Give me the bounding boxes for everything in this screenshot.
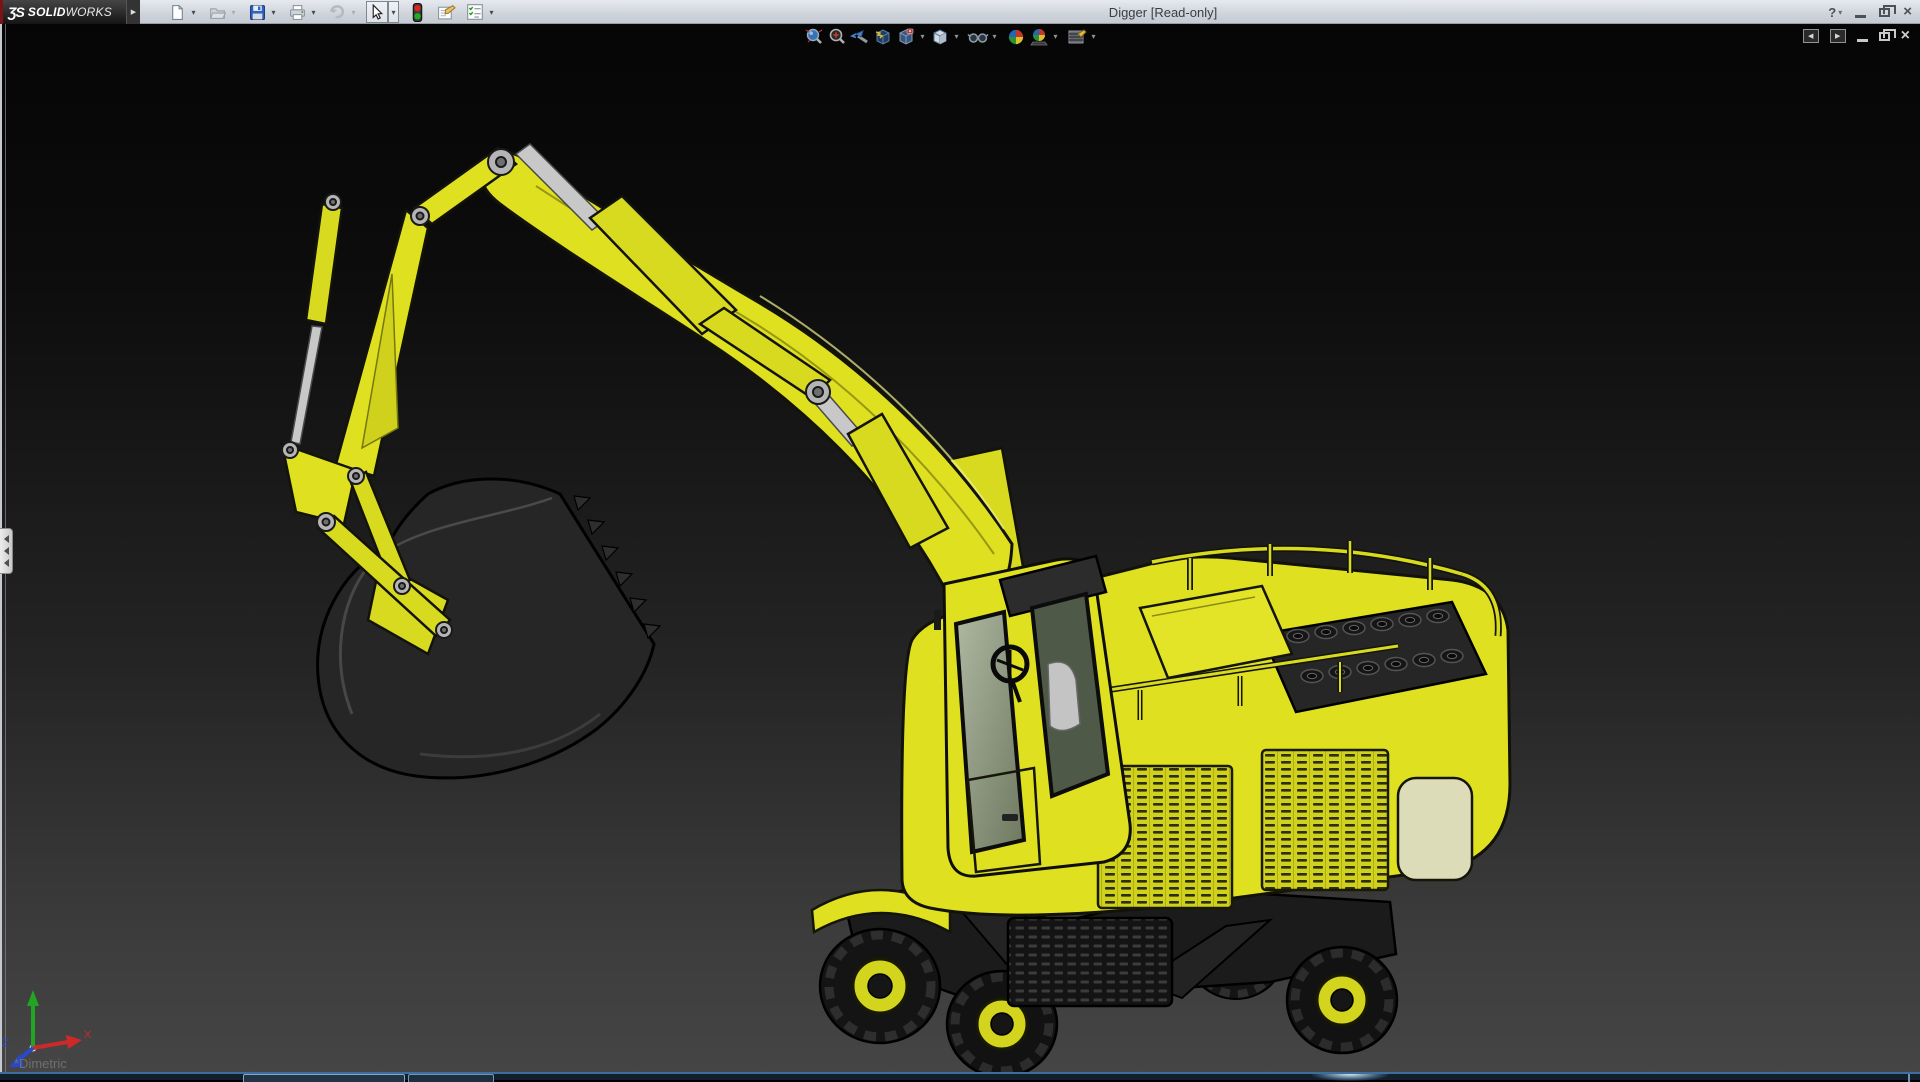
open-dropdown[interactable]: ▾: [228, 1, 239, 23]
document-title: Digger [Read-only]: [1108, 5, 1218, 20]
save-button[interactable]: [246, 1, 268, 23]
main-toolbar: ▾ ▾ ▾ ▾ ▾ ▾ ▾: [166, 0, 504, 24]
cab-mirror: [934, 610, 941, 630]
windows-taskbar-edge[interactable]: [0, 1072, 1920, 1082]
solidworks-logo-icon: ƷS: [8, 4, 25, 20]
menu-expand-button[interactable]: ▶: [126, 0, 140, 24]
file-properties-icon: [437, 5, 456, 20]
solidworks-logo[interactable]: ƷS SOLID WORKS: [0, 0, 126, 24]
triad-z-label: Z: [2, 1037, 9, 1049]
window-controls: ? ▾ ×: [1828, 0, 1912, 24]
print-button[interactable]: [286, 1, 308, 23]
help-button[interactable]: ? ▾: [1828, 5, 1842, 20]
brand-works: WORKS: [65, 5, 112, 19]
options-checklist-icon: [467, 4, 483, 20]
taskbar-divider: [1908, 1074, 1910, 1082]
bucket-cylinder[interactable]: [290, 202, 344, 445]
stick-group[interactable]: [290, 202, 430, 478]
brand-solid: SOLID: [27, 5, 66, 19]
vent-grille-right[interactable]: [1260, 748, 1390, 892]
new-button[interactable]: [166, 1, 188, 23]
view-orientation-label: *Dimetric: [14, 1056, 67, 1071]
save-floppy-icon: [249, 4, 265, 20]
front-radiator-grid[interactable]: [1006, 916, 1174, 1008]
triad-x-label: X: [84, 1029, 92, 1041]
new-document-icon: [171, 4, 183, 20]
print-icon: [289, 4, 305, 20]
print-dropdown[interactable]: ▾: [308, 1, 319, 23]
minimize-button[interactable]: [1855, 7, 1867, 18]
restore-icon: [1879, 4, 1897, 17]
wheel-front-left[interactable]: [818, 927, 942, 1045]
rear-panel[interactable]: [1396, 776, 1474, 882]
graphics-viewport[interactable]: ▾ ▾ ▾ ▾ ▾ ◀ ▶ × X Z *Dimetric: [0, 24, 1920, 1072]
taskbar-button-edge-2[interactable]: [408, 1074, 494, 1082]
traffic-light-icon: [412, 2, 422, 22]
undo-icon: [330, 5, 345, 19]
restore-button[interactable]: [1879, 4, 1897, 17]
door-handle: [1002, 814, 1018, 821]
menu-expand-icon: ▶: [130, 9, 137, 16]
file-properties-button[interactable]: [435, 1, 457, 23]
undo-dropdown[interactable]: ▾: [348, 1, 359, 23]
options-dropdown[interactable]: ▾: [486, 1, 497, 23]
help-icon: ?: [1828, 4, 1837, 20]
save-dropdown[interactable]: ▾: [268, 1, 279, 23]
open-button[interactable]: [206, 1, 228, 23]
select-button[interactable]: [366, 1, 388, 23]
triad-y-arrow: [27, 990, 39, 1006]
wheel-rear-right[interactable]: [1285, 945, 1399, 1055]
select-cursor-icon: [372, 4, 383, 20]
model-canvas[interactable]: X Z: [0, 24, 1920, 1072]
stick-cylinder-top[interactable]: [514, 143, 832, 400]
close-icon: ×: [1903, 3, 1912, 20]
open-folder-icon: [209, 7, 226, 19]
help-dropdown-icon: ▾: [1838, 7, 1843, 17]
undo-button[interactable]: [326, 1, 348, 23]
taskbar-button-edge[interactable]: [243, 1074, 405, 1082]
select-dropdown[interactable]: ▾: [388, 1, 399, 23]
selection-filter-button[interactable]: [406, 1, 428, 23]
options-button[interactable]: [464, 1, 486, 23]
new-dropdown[interactable]: ▾: [188, 1, 199, 23]
titlebar: ƷS SOLID WORKS ▶ ▾ ▾ ▾ ▾ ▾ ▾ ▾ Digger [R…: [0, 0, 1920, 24]
minimize-icon: [1855, 14, 1867, 18]
close-button[interactable]: ×: [1903, 3, 1912, 21]
triad-x-arrow: [66, 1035, 82, 1049]
